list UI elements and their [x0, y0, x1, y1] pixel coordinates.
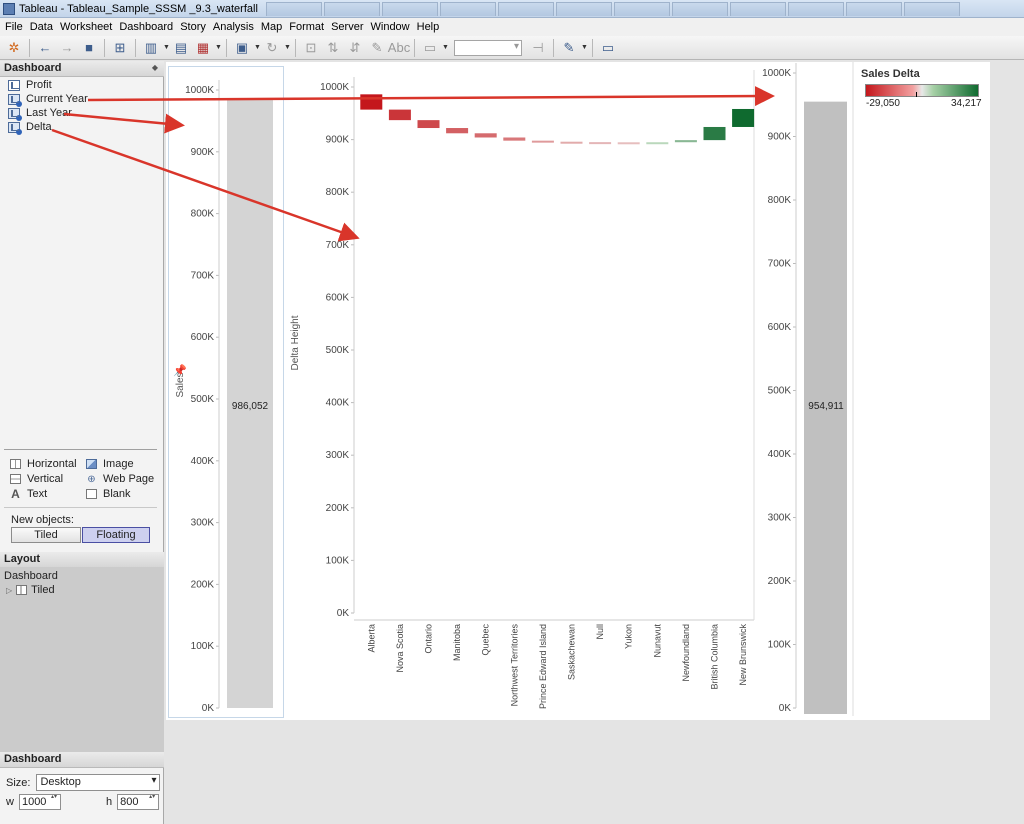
- delta-tick-label: 100K: [326, 555, 350, 566]
- delta-tick-label: 800K: [326, 187, 350, 198]
- last-year-tick-label: 600K: [768, 322, 792, 333]
- sales-tick-label: 1000K: [185, 85, 214, 96]
- waterfall-bar: [474, 133, 497, 138]
- waterfall-bar: [417, 120, 440, 129]
- waterfall-bar: [360, 94, 383, 110]
- last-year-tick-label: 300K: [768, 513, 792, 524]
- delta-tick-label: 900K: [326, 135, 350, 146]
- waterfall-bar: [388, 109, 411, 121]
- waterfall-bar: [646, 142, 669, 145]
- last-year-tick-label: 1000K: [762, 68, 791, 79]
- category-label: Quebec: [481, 624, 491, 656]
- category-label: Manitoba: [452, 624, 462, 661]
- category-label: Northwest Territories: [509, 624, 519, 707]
- last-year-bar-label: 954,911: [808, 401, 844, 412]
- sales-tick-label: 200K: [191, 579, 215, 590]
- sales-tick-label: 0K: [202, 703, 215, 714]
- sales-tick-label: 300K: [191, 518, 215, 529]
- delta-tick-label: 0K: [337, 608, 350, 619]
- category-label: New Brunswick: [738, 624, 748, 686]
- last-year-tick-label: 400K: [768, 449, 792, 460]
- sales-tick-label: 400K: [191, 456, 215, 467]
- waterfall-bar: [446, 128, 469, 134]
- delta-tick-label: 1000K: [320, 82, 349, 93]
- waterfall-bar: [617, 142, 640, 145]
- sales-tick-label: 100K: [191, 641, 215, 652]
- last-year-tick-label: 700K: [768, 259, 792, 270]
- sales-tick-label: 700K: [191, 270, 215, 281]
- category-label: Saskachewan: [567, 624, 577, 680]
- legend-max: 34,217: [951, 98, 982, 109]
- last-year-tick-label: 900K: [768, 132, 792, 143]
- waterfall-bar: [589, 142, 612, 145]
- category-label: Yukon: [624, 624, 634, 649]
- waterfall-bar: [560, 141, 583, 144]
- pin-icon: 📌: [173, 363, 187, 377]
- annotation-arrow-current-year: [87, 86, 775, 107]
- waterfall-bar: [674, 140, 697, 143]
- category-label: British Columbia: [710, 624, 720, 690]
- sales-tick-label: 500K: [191, 394, 215, 405]
- waterfall-bar: [732, 108, 755, 127]
- category-label: Nunavut: [652, 624, 662, 658]
- color-legend-bar: [865, 84, 979, 97]
- delta-tick-label: 400K: [326, 398, 350, 409]
- legend-title: Sales Delta: [861, 68, 920, 80]
- delta-tick-label: 700K: [326, 240, 350, 251]
- category-label: Ontario: [424, 624, 434, 654]
- waterfall-bar: [503, 137, 526, 141]
- category-label: Prince Edward Island: [538, 624, 548, 709]
- sales-tick-label: 800K: [191, 209, 215, 220]
- waterfall-bar: [531, 140, 554, 143]
- legend-min: -29,050: [866, 98, 900, 109]
- last-year-tick-label: 200K: [768, 576, 792, 587]
- annotation-arrow-last-year: [63, 112, 185, 134]
- delta-tick-label: 300K: [326, 450, 350, 461]
- sales-tick-label: 900K: [191, 147, 215, 158]
- sales-bar-label: 986,052: [232, 401, 269, 412]
- delta-tick-label: 200K: [326, 503, 350, 514]
- last-year-tick-label: 800K: [768, 195, 792, 206]
- category-label: Null: [595, 624, 605, 640]
- waterfall-dashboard-chart: 0K 100K 200K 300K 400K 500K 600K 700K 800K 900K 10…: [51, 62, 854, 716]
- sales-tick-label: 600K: [191, 332, 215, 343]
- last-year-tick-label: 500K: [768, 386, 792, 397]
- category-label: Alberta: [366, 624, 376, 653]
- last-year-tick-label: 100K: [768, 640, 792, 651]
- delta-tick-label: 500K: [326, 345, 350, 356]
- waterfall-bar: [703, 126, 726, 141]
- delta-axis-title: Delta Height: [290, 315, 301, 370]
- legend-tick: [916, 92, 917, 97]
- category-label: Newfoundland: [681, 624, 691, 682]
- delta-tick-label: 600K: [326, 292, 350, 303]
- category-label: Nova Scotia: [395, 624, 405, 673]
- last-year-tick-label: 0K: [779, 703, 792, 714]
